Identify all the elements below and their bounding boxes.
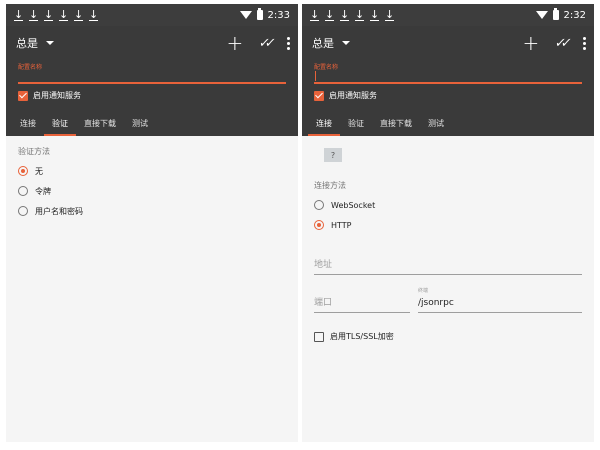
- app-bar: 总是 + ✓✓ 配置名称 启用通知服务 连接 验证 直接下载 测试: [6, 26, 298, 136]
- download-icon: ↓: [29, 8, 39, 21]
- battery-icon: [256, 8, 263, 20]
- connection-option-label: HTTP: [331, 220, 352, 230]
- done-all-icon[interactable]: ✓✓: [258, 36, 272, 51]
- tls-label: 启用TLS/SSL加密: [330, 332, 394, 341]
- download-icon: ↓: [340, 8, 350, 21]
- profile-name-input[interactable]: [18, 82, 286, 84]
- tab-authentication[interactable]: 验证: [44, 112, 76, 136]
- download-icon: ↓: [14, 8, 24, 21]
- download-icon: ↓: [89, 8, 99, 21]
- connection-method-label: 连接方法: [314, 181, 346, 190]
- download-icon: ↓: [325, 8, 335, 21]
- address-input[interactable]: 地址: [314, 249, 582, 275]
- profile-dropdown-label[interactable]: 总是: [16, 35, 38, 51]
- text-cursor: [315, 71, 316, 81]
- tab-connection[interactable]: 连接: [308, 112, 340, 136]
- more-vert-icon[interactable]: [583, 36, 586, 50]
- tab-bar: 连接 验证 直接下载 测试: [302, 112, 594, 136]
- download-icon: ↓: [74, 8, 84, 21]
- radio-unselected[interactable]: [18, 186, 28, 196]
- dropdown-caret-icon[interactable]: [46, 41, 54, 45]
- wifi-icon: [535, 11, 548, 19]
- tls-checkbox-row[interactable]: 启用TLS/SSL加密: [314, 331, 582, 342]
- auth-option-token[interactable]: 令牌: [18, 181, 286, 201]
- profile-name-label: 配置名称: [18, 64, 43, 71]
- status-right: 2:32: [535, 8, 586, 21]
- endpoint-value: /jsonrpc: [418, 298, 454, 308]
- download-icon: ↓: [310, 8, 320, 21]
- toolbar: 总是 + ✓✓: [302, 26, 594, 60]
- battery-icon: [552, 8, 559, 20]
- address-placeholder: 地址: [314, 260, 333, 270]
- left-screen: ↓ ↓ ↓ ↓ ↓ ↓ 2:33 总是 + ✓✓ 配置名称 启用通知服务 连接 …: [6, 4, 298, 442]
- tab-authentication[interactable]: 验证: [340, 112, 372, 136]
- notify-checkbox-row[interactable]: 启用通知服务: [314, 90, 377, 101]
- download-icon: ↓: [59, 8, 69, 21]
- auth-option-username-password[interactable]: 用户名和密码: [18, 201, 286, 221]
- radio-unselected[interactable]: [18, 206, 28, 216]
- connection-option-label: WebSocket: [331, 200, 376, 210]
- radio-unselected[interactable]: [314, 200, 324, 210]
- radio-selected[interactable]: [18, 166, 28, 176]
- tab-test[interactable]: 测试: [420, 112, 452, 136]
- toolbar-actions: + ✓✓: [522, 26, 586, 60]
- more-vert-icon[interactable]: [287, 36, 290, 50]
- status-time: 2:32: [563, 9, 586, 21]
- status-bar: ↓ ↓ ↓ ↓ ↓ ↓ 2:32: [302, 4, 594, 26]
- radio-selected[interactable]: [314, 220, 324, 230]
- notify-checkbox[interactable]: [18, 90, 28, 101]
- help-icon[interactable]: ?: [324, 148, 342, 162]
- dropdown-caret-icon[interactable]: [342, 41, 350, 45]
- auth-option-label: 无: [35, 166, 43, 176]
- endpoint-input[interactable]: 终端 /jsonrpc: [418, 287, 582, 313]
- tab-connection[interactable]: 连接: [12, 112, 44, 136]
- wifi-icon: [239, 11, 252, 19]
- status-bar: ↓ ↓ ↓ ↓ ↓ ↓ 2:33: [6, 4, 298, 26]
- notification-icons: ↓ ↓ ↓ ↓ ↓ ↓: [14, 9, 98, 21]
- tab-bar: 连接 验证 直接下载 测试: [6, 112, 298, 136]
- tls-checkbox[interactable]: [314, 331, 324, 342]
- auth-option-label: 用户名和密码: [35, 206, 83, 216]
- connection-option-websocket[interactable]: WebSocket: [314, 195, 582, 215]
- auth-option-label: 令牌: [35, 186, 51, 196]
- profile-dropdown-label[interactable]: 总是: [312, 35, 334, 51]
- status-time: 2:33: [267, 9, 290, 21]
- port-endpoint-row: 端口 终端 /jsonrpc: [314, 287, 582, 313]
- add-icon[interactable]: +: [522, 33, 539, 53]
- notification-icons: ↓ ↓ ↓ ↓ ↓ ↓: [310, 9, 394, 21]
- profile-name-label: 配置名称: [314, 64, 339, 71]
- port-input[interactable]: 端口: [314, 287, 410, 313]
- auth-option-none[interactable]: 无: [18, 161, 286, 181]
- download-icon: ↓: [355, 8, 365, 21]
- tab-direct-download[interactable]: 直接下载: [76, 112, 124, 136]
- auth-content: 验证方法 无 令牌 用户名和密码: [6, 136, 298, 231]
- connection-option-http[interactable]: HTTP: [314, 215, 582, 235]
- auth-method-label: 验证方法: [18, 147, 50, 156]
- right-screen: ↓ ↓ ↓ ↓ ↓ ↓ 2:32 总是 + ✓✓ 配置名称 启用通知服务 连接 …: [302, 4, 594, 442]
- download-icon: ↓: [44, 8, 54, 21]
- download-icon: ↓: [370, 8, 380, 21]
- notify-checkbox[interactable]: [314, 90, 324, 101]
- toolbar-actions: + ✓✓: [226, 26, 290, 60]
- toolbar: 总是 + ✓✓: [6, 26, 298, 60]
- app-bar: 总是 + ✓✓ 配置名称 启用通知服务 连接 验证 直接下载 测试: [302, 26, 594, 136]
- status-right: 2:33: [239, 8, 290, 21]
- notify-checkbox-row[interactable]: 启用通知服务: [18, 90, 81, 101]
- endpoint-label: 终端: [418, 288, 429, 294]
- profile-name-input[interactable]: [314, 82, 582, 84]
- connection-content: ? 连接方法 WebSocket HTTP 地址 端口 终端 /jsonrpc …: [302, 136, 594, 352]
- tab-test[interactable]: 测试: [124, 112, 156, 136]
- notify-label: 启用通知服务: [33, 91, 81, 100]
- notify-label: 启用通知服务: [329, 91, 377, 100]
- tab-direct-download[interactable]: 直接下载: [372, 112, 420, 136]
- port-placeholder: 端口: [314, 298, 333, 308]
- download-icon: ↓: [385, 8, 395, 21]
- done-all-icon[interactable]: ✓✓: [554, 36, 568, 51]
- add-icon[interactable]: +: [226, 33, 243, 53]
